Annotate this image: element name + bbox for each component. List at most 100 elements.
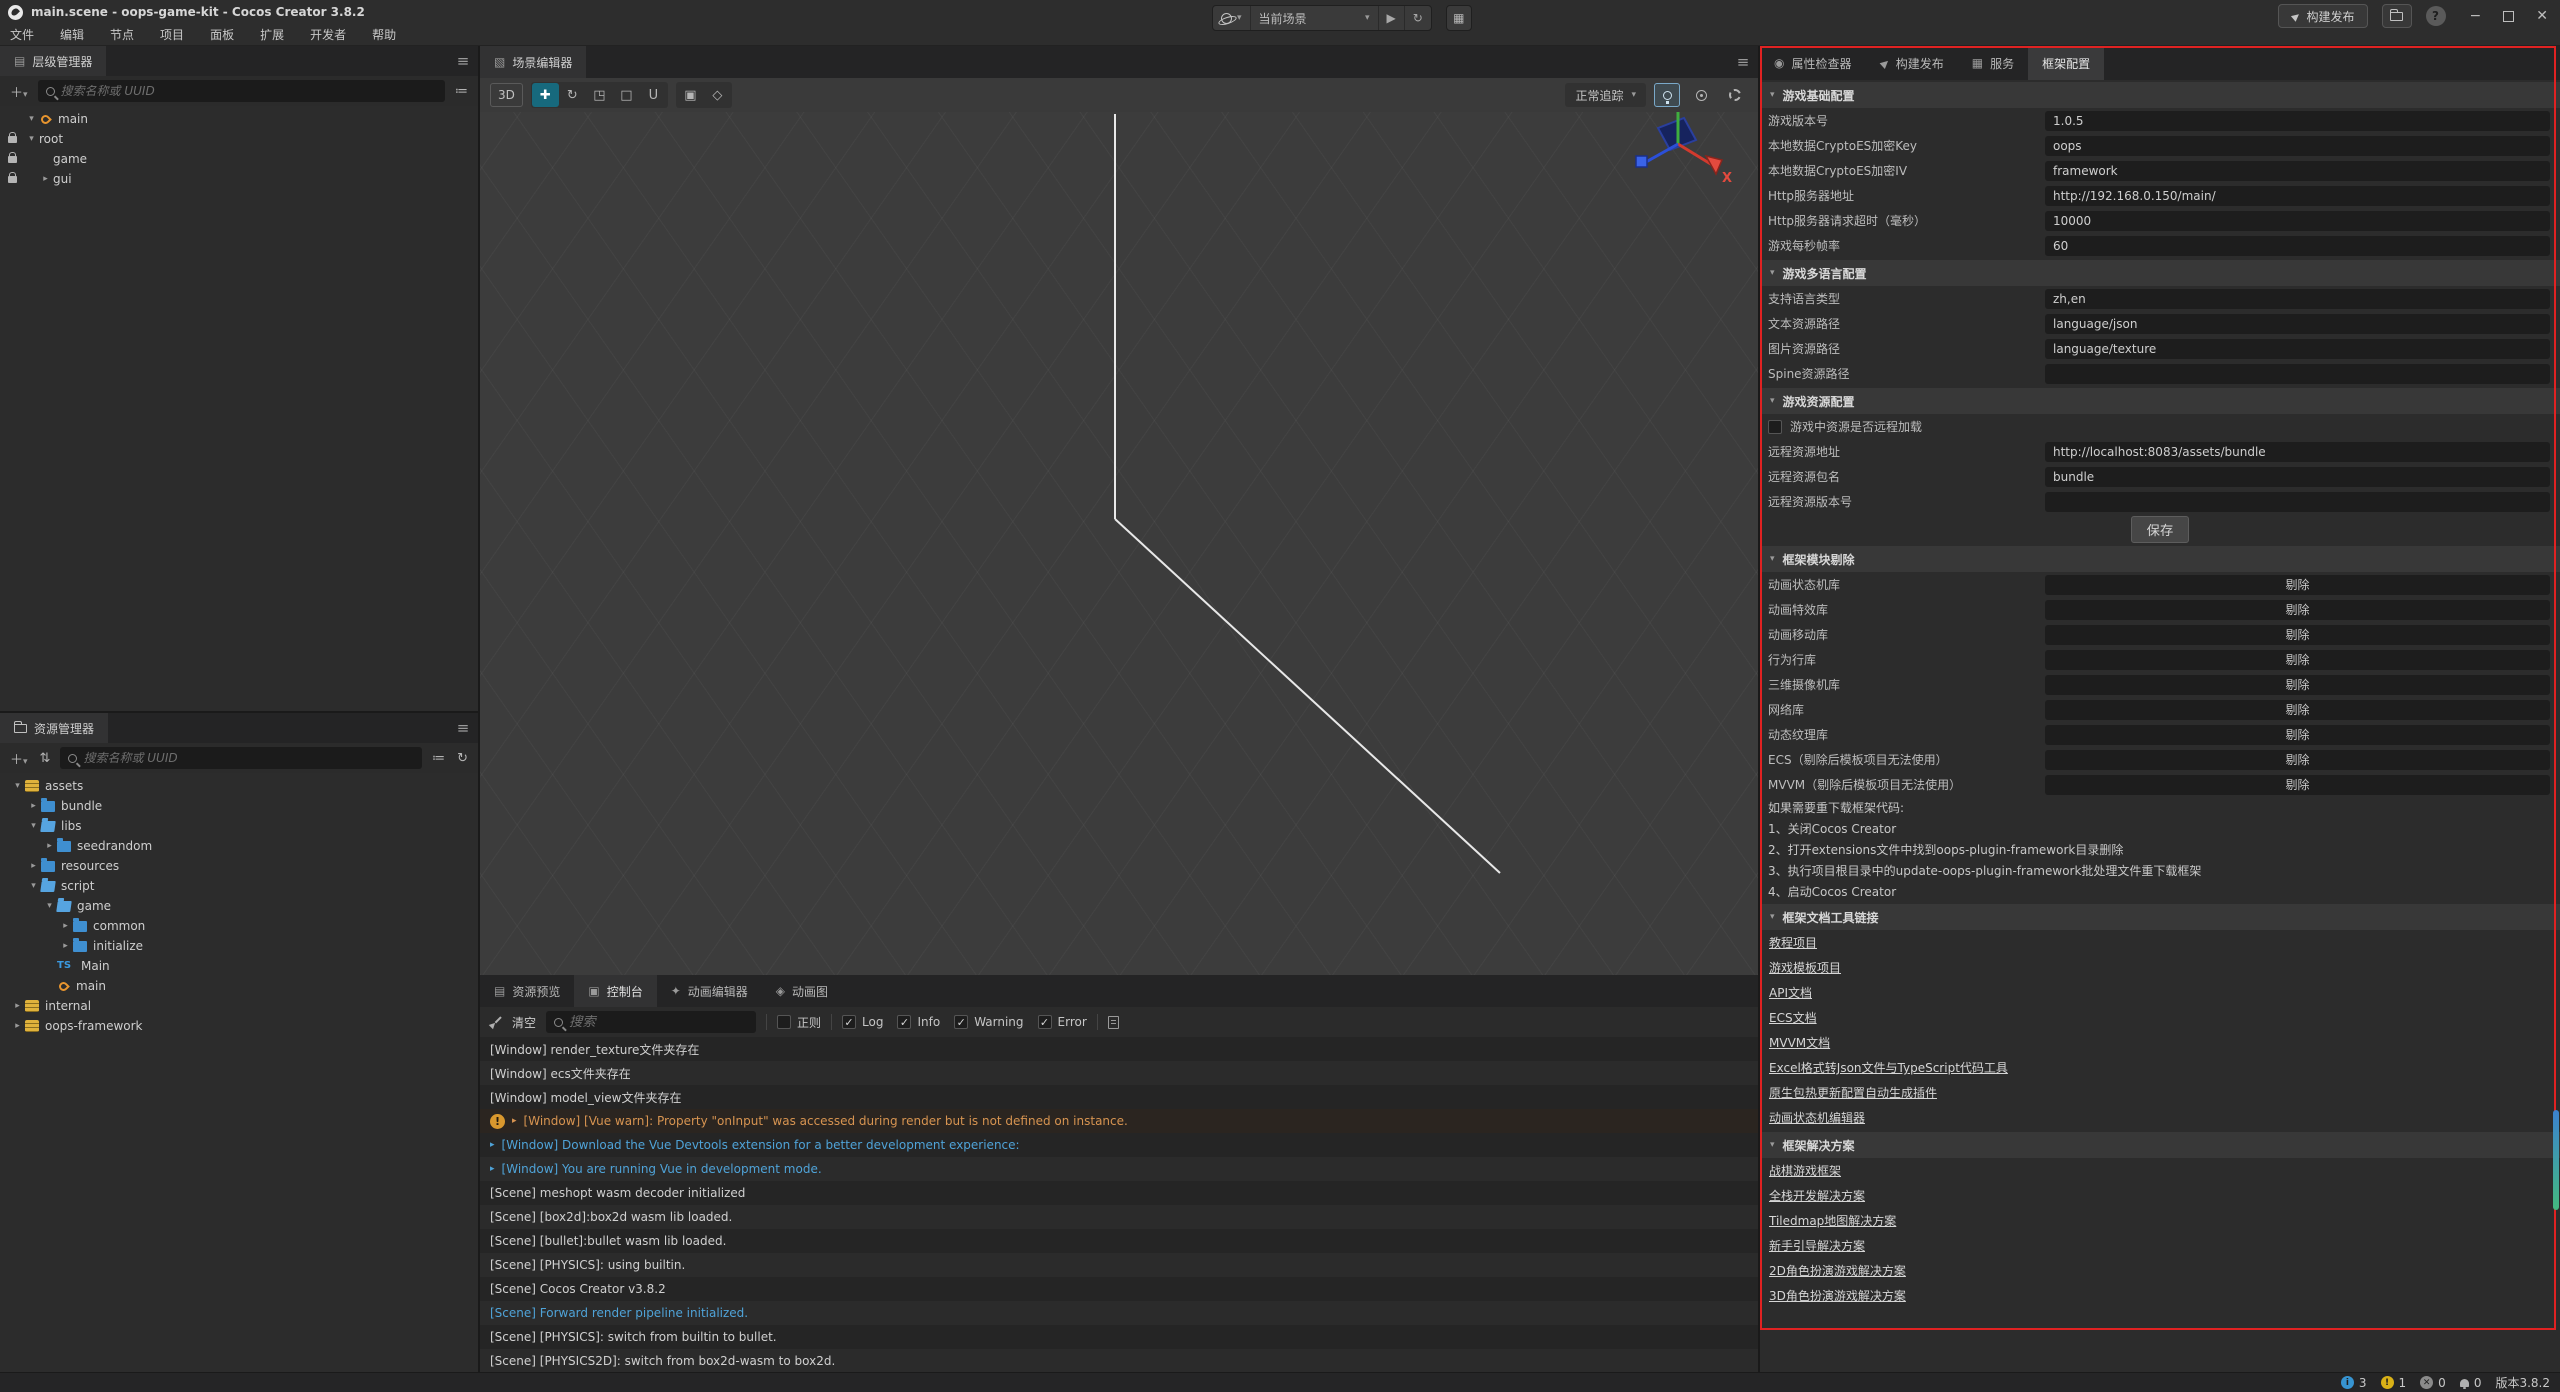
solution-link[interactable]: 2D角色扮演游戏解决方案 bbox=[1760, 1258, 2560, 1283]
section-header-resource[interactable]: ▾ 游戏资源配置 bbox=[1760, 388, 2560, 414]
hierarchy-search-input[interactable] bbox=[61, 84, 437, 98]
panel-menu-icon[interactable]: ≡ bbox=[448, 46, 478, 76]
console-search[interactable] bbox=[546, 1011, 756, 1033]
snap-tool-button[interactable]: ▣ bbox=[677, 83, 704, 107]
log-row[interactable]: ! ▸ [Window] [Vue warn]: Property "onInp… bbox=[480, 1109, 1758, 1133]
doc-link[interactable]: ECS文档 bbox=[1760, 1005, 2560, 1030]
filter-icon[interactable]: ≔ bbox=[430, 751, 447, 766]
menu-item[interactable]: 编辑 bbox=[60, 26, 84, 43]
expand-arrow-icon[interactable]: ▸ bbox=[512, 1116, 517, 1126]
inspector-tab[interactable]: 属性检查器 bbox=[1760, 46, 1866, 80]
asset-node-row[interactable]: ▸ initialize bbox=[0, 936, 478, 956]
log-row[interactable]: [Scene] Cocos Creator v3.8.2 bbox=[480, 1277, 1758, 1301]
inspector-tab[interactable]: 框架配置 bbox=[2028, 46, 2104, 80]
asset-node-row[interactable]: ▸ bundle bbox=[0, 796, 478, 816]
solution-link[interactable]: 3D角色扮演游戏解决方案 bbox=[1760, 1283, 2560, 1308]
field-input[interactable] bbox=[2045, 364, 2550, 384]
filter-icon[interactable]: ≔ bbox=[453, 84, 470, 99]
scrollbar-thumb[interactable] bbox=[2553, 1110, 2559, 1210]
create-asset-button[interactable]: ＋▾ bbox=[8, 749, 30, 768]
log-filter-checkbox[interactable]: Error bbox=[1038, 1015, 1087, 1029]
solution-link[interactable]: Tiledmap地图解决方案 bbox=[1760, 1208, 2560, 1233]
clear-icon[interactable] bbox=[490, 1016, 502, 1028]
doc-link[interactable]: 游戏模板项目 bbox=[1760, 955, 2560, 980]
scene-editor-tab[interactable]: ▧ 场景编辑器 bbox=[480, 46, 586, 78]
hierarchy-node-row[interactable]: ▾ root bbox=[0, 129, 478, 149]
field-input[interactable] bbox=[2045, 211, 2550, 231]
field-input[interactable] bbox=[2045, 236, 2550, 256]
section-header-modules[interactable]: ▾ 框架模块剔除 bbox=[1760, 546, 2560, 572]
help-button[interactable]: ? bbox=[2426, 6, 2446, 26]
log-filter-checkbox[interactable]: Info bbox=[897, 1015, 940, 1029]
inspector-tab[interactable]: 构建发布 bbox=[1866, 46, 1958, 80]
menu-item[interactable]: 面板 bbox=[210, 26, 234, 43]
asset-node-row[interactable]: ▸ internal bbox=[0, 996, 478, 1016]
error-count[interactable]: ✕ 0 bbox=[2420, 1376, 2446, 1390]
info-count[interactable]: i 3 bbox=[2341, 1376, 2367, 1390]
log-row[interactable]: [Scene] [bullet]:bullet wasm lib loaded. bbox=[480, 1229, 1758, 1253]
expand-chevron-icon[interactable]: ▾ bbox=[26, 881, 41, 891]
log-row[interactable]: [Window] model_view文件夹存在 bbox=[480, 1085, 1758, 1109]
console-tab[interactable]: 资源预览 bbox=[480, 975, 574, 1007]
remove-module-button[interactable]: 剔除 bbox=[2045, 725, 2550, 745]
menu-item[interactable]: 文件 bbox=[10, 26, 34, 43]
menu-item[interactable]: 节点 bbox=[110, 26, 134, 43]
log-row[interactable]: ▸ [Window] Download the Vue Devtools ext… bbox=[480, 1133, 1758, 1157]
reload-button[interactable]: ↻ bbox=[1405, 6, 1431, 30]
log-row[interactable]: [Scene] [PHYSICS]: switch from builtin t… bbox=[480, 1325, 1758, 1349]
menu-item[interactable]: 开发者 bbox=[310, 26, 346, 43]
menu-item[interactable]: 帮助 bbox=[372, 26, 396, 43]
expand-chevron-icon[interactable]: ▸ bbox=[58, 941, 73, 951]
expand-chevron-icon[interactable]: ▾ bbox=[42, 901, 57, 911]
remove-module-button[interactable]: 剔除 bbox=[2045, 750, 2550, 770]
doc-link[interactable]: MVVM文档 bbox=[1760, 1030, 2560, 1055]
refresh-icon[interactable]: ↻ bbox=[455, 751, 470, 766]
section-header-solutions[interactable]: ▾ 框架解决方案 bbox=[1760, 1132, 2560, 1158]
hierarchy-node-row[interactable]: ▸ gui bbox=[0, 169, 478, 189]
hierarchy-search[interactable] bbox=[38, 80, 445, 102]
preview-qr-button[interactable]: ▦ bbox=[1446, 5, 1472, 31]
remove-module-button[interactable]: 剔除 bbox=[2045, 700, 2550, 720]
asset-node-row[interactable]: main bbox=[0, 976, 478, 996]
remove-module-button[interactable]: 剔除 bbox=[2045, 675, 2550, 695]
expand-chevron-icon[interactable]: ▸ bbox=[42, 841, 57, 851]
create-node-button[interactable]: ＋▾ bbox=[8, 82, 30, 101]
remove-module-button[interactable]: 剔除 bbox=[2045, 625, 2550, 645]
assets-tab[interactable]: 资源管理器 bbox=[0, 713, 108, 743]
doc-link[interactable]: Excel格式转Json文件与TypeScript代码工具 bbox=[1760, 1055, 2560, 1080]
scene-viewport[interactable]: 3D ✚ ↻ ◳ □ U ▣ ◇ bbox=[480, 78, 1758, 975]
gizmo-space-button[interactable]: ◇ bbox=[704, 83, 731, 107]
solution-link[interactable]: 新手引导解决方案 bbox=[1760, 1233, 2560, 1258]
panel-menu-icon[interactable]: ≡ bbox=[1728, 46, 1758, 78]
asset-node-row[interactable]: ▸ common bbox=[0, 916, 478, 936]
platform-select[interactable]: ▾ bbox=[1213, 6, 1251, 30]
log-row[interactable]: ▸ [Window] You are running Vue in develo… bbox=[480, 1157, 1758, 1181]
menu-item[interactable]: 扩展 bbox=[260, 26, 284, 43]
field-input[interactable] bbox=[2045, 314, 2550, 334]
field-input[interactable] bbox=[2045, 161, 2550, 181]
asset-node-row[interactable]: ▾ script bbox=[0, 876, 478, 896]
clear-console-button[interactable]: 清空 bbox=[512, 1014, 536, 1031]
expand-chevron-icon[interactable]: ▾ bbox=[10, 781, 25, 791]
asset-node-row[interactable]: ▸ oops-framework bbox=[0, 1016, 478, 1036]
field-input[interactable] bbox=[2045, 289, 2550, 309]
hierarchy-node-row[interactable]: ▾ main bbox=[0, 109, 478, 129]
field-input[interactable] bbox=[2045, 492, 2550, 512]
camera-settings-button[interactable] bbox=[1688, 83, 1714, 107]
expand-chevron-icon[interactable]: ▸ bbox=[58, 921, 73, 931]
expand-chevron-icon[interactable]: ▸ bbox=[26, 861, 41, 871]
remove-module-button[interactable]: 剔除 bbox=[2045, 600, 2550, 620]
console-search-input[interactable] bbox=[569, 1015, 748, 1030]
section-header-language[interactable]: ▾ 游戏多语言配置 bbox=[1760, 260, 2560, 286]
assets-search-input[interactable] bbox=[83, 751, 414, 765]
remote-load-checkbox[interactable]: 游戏中资源是否远程加载 bbox=[1760, 414, 2560, 439]
log-row[interactable]: [Scene] Forward render pipeline initiali… bbox=[480, 1301, 1758, 1325]
remove-module-button[interactable]: 剔除 bbox=[2045, 575, 2550, 595]
view-mode-select[interactable]: 正常追踪 ▾ bbox=[1565, 83, 1646, 107]
log-row[interactable]: [Scene] [PHYSICS2D]: switch from box2d-w… bbox=[480, 1349, 1758, 1372]
field-input[interactable] bbox=[2045, 339, 2550, 359]
solution-link[interactable]: 全栈开发解决方案 bbox=[1760, 1183, 2560, 1208]
section-header-docs[interactable]: ▾ 框架文档工具链接 bbox=[1760, 904, 2560, 930]
log-filter-checkbox[interactable]: Log bbox=[842, 1015, 883, 1029]
field-input[interactable] bbox=[2045, 186, 2550, 206]
